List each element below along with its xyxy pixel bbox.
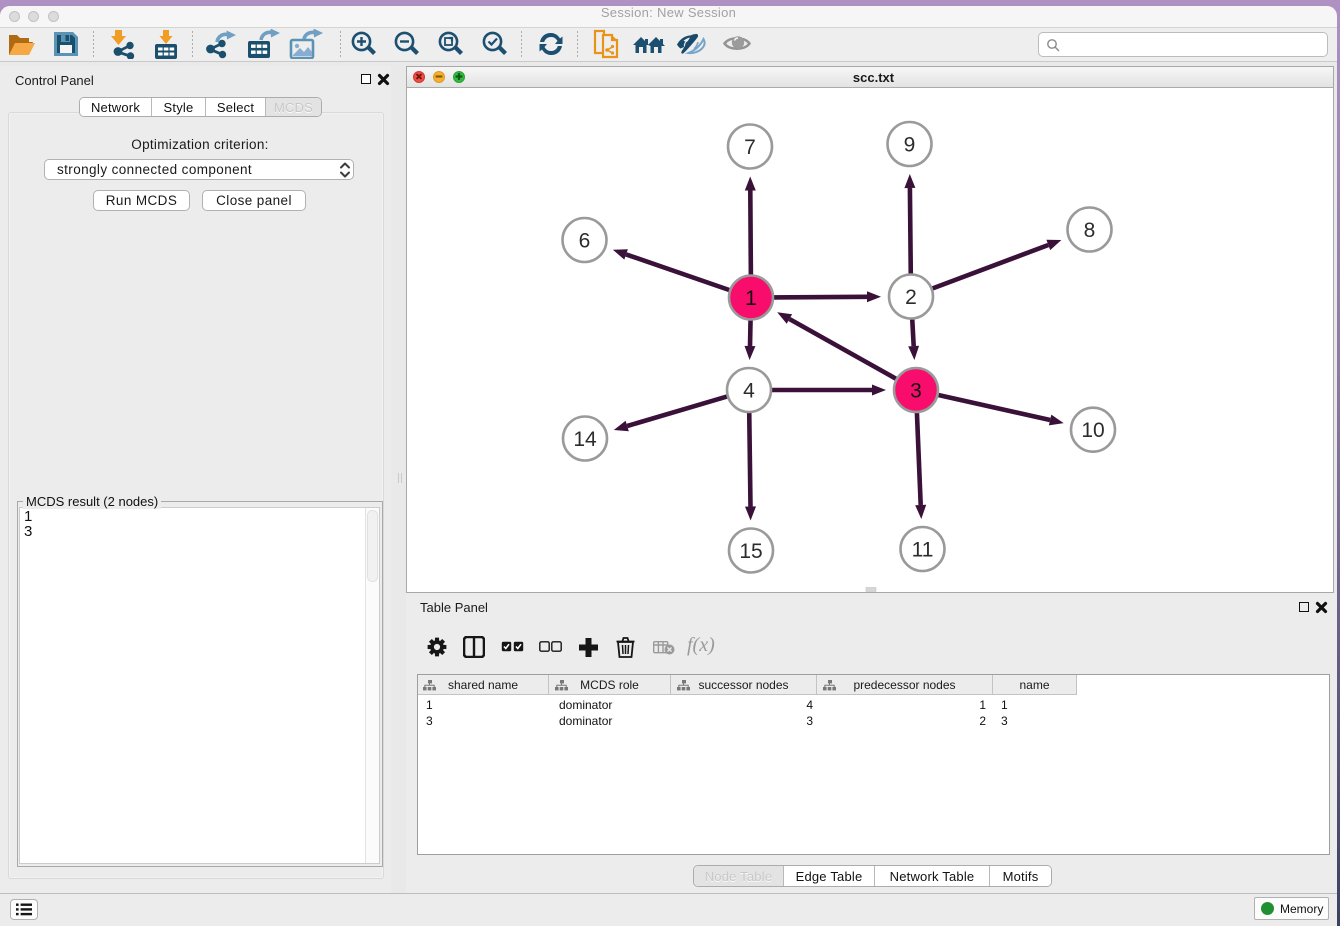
- svg-text:9: 9: [904, 134, 916, 157]
- svg-text:7: 7: [744, 136, 756, 159]
- svg-text:10: 10: [1081, 419, 1104, 442]
- svg-text:15: 15: [739, 540, 762, 563]
- svg-text:2: 2: [905, 286, 917, 309]
- svg-text:6: 6: [579, 230, 591, 253]
- svg-text:11: 11: [912, 539, 934, 562]
- svg-text:1: 1: [745, 287, 757, 310]
- svg-text:4: 4: [743, 380, 755, 403]
- svg-text:8: 8: [1084, 219, 1096, 242]
- svg-text:14: 14: [573, 428, 597, 451]
- svg-text:3: 3: [910, 380, 922, 403]
